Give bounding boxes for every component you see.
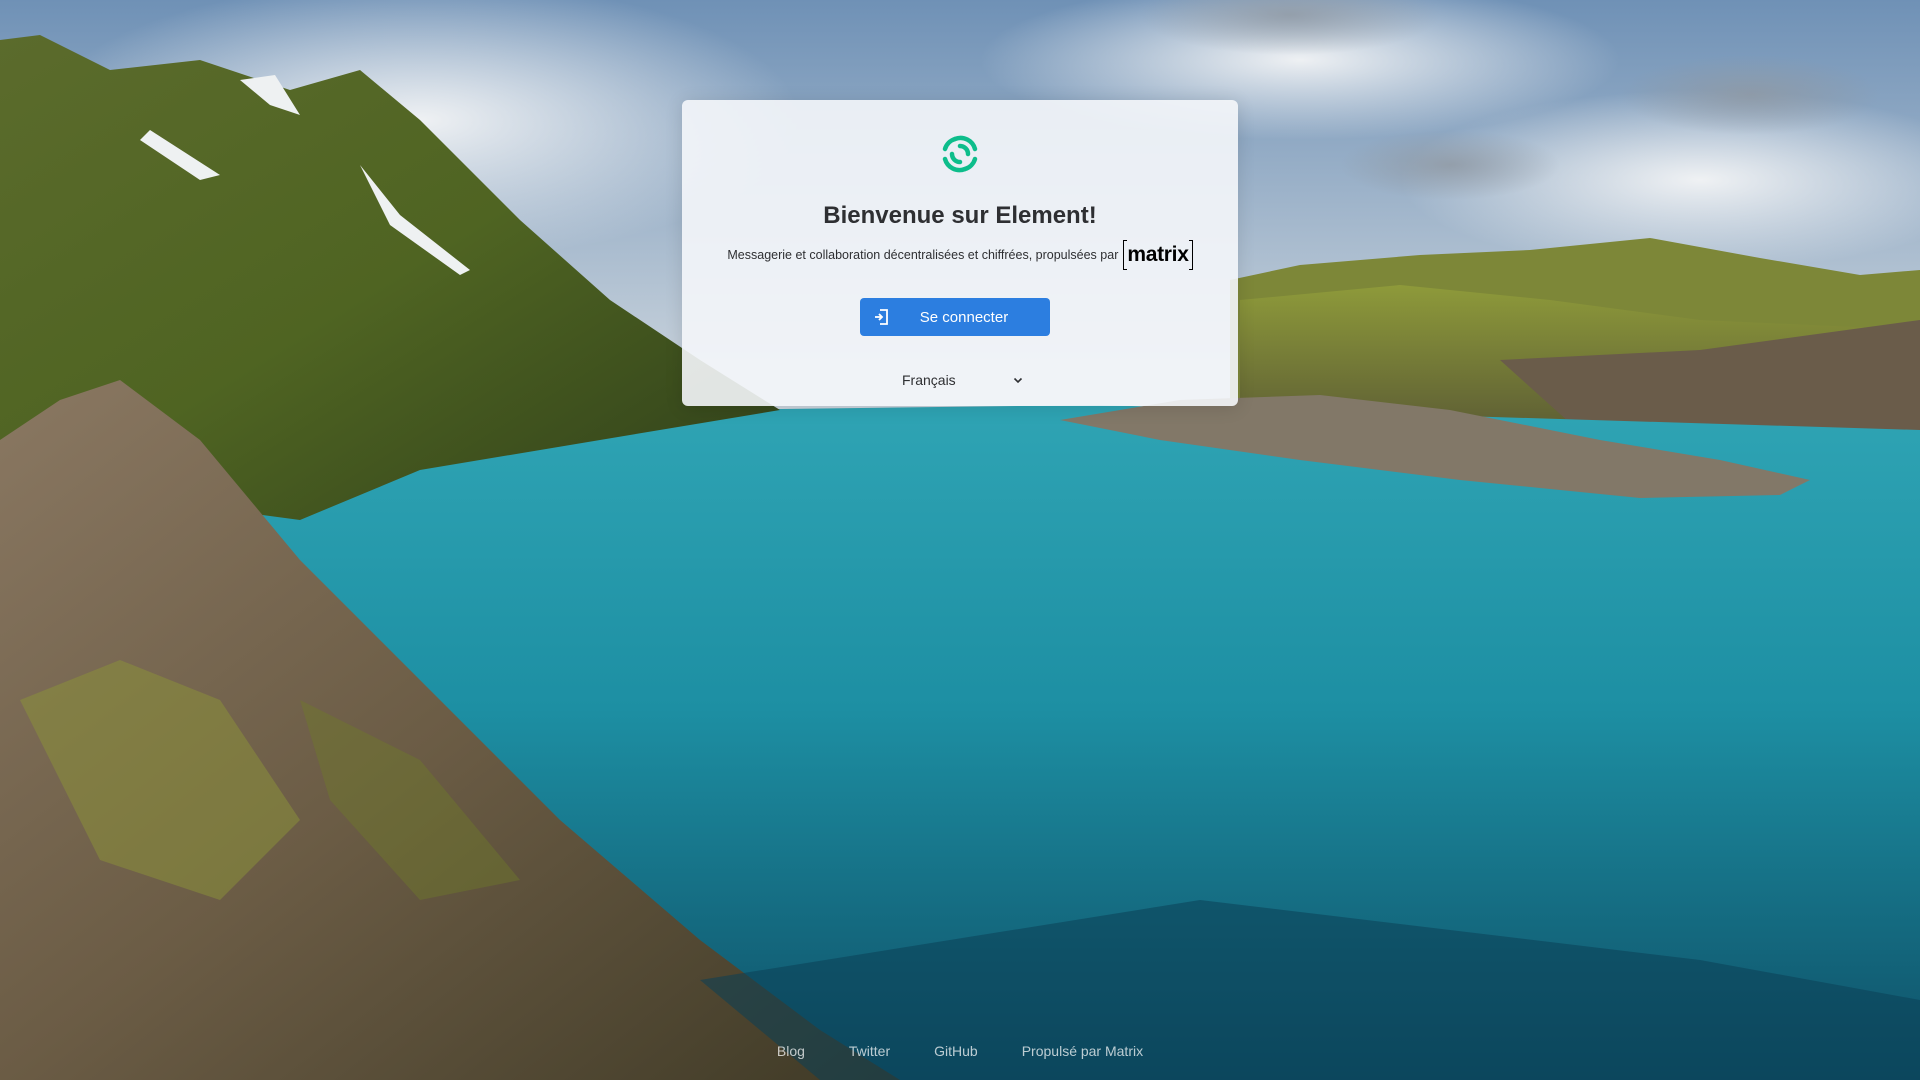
language-select[interactable]: Français	[882, 368, 1032, 392]
chevron-down-icon	[1013, 377, 1023, 384]
footer-link-twitter[interactable]: Twitter	[849, 1043, 890, 1059]
welcome-subtitle: Messagerie et collaboration décentralisé…	[727, 248, 1119, 262]
footer-link-github[interactable]: GitHub	[934, 1043, 978, 1059]
welcome-title: Bienvenue sur Element!	[823, 202, 1097, 229]
welcome-subtitle-row: Messagerie et collaboration décentralisé…	[682, 240, 1238, 270]
footer-link-blog[interactable]: Blog	[777, 1043, 805, 1059]
matrix-wordmark: matrix	[1127, 243, 1189, 266]
login-button-label: Se connecter	[919, 308, 1009, 326]
matrix-logo: matrix	[1123, 240, 1193, 270]
element-logo	[942, 135, 978, 173]
welcome-card: Bienvenue sur Element! Messagerie et col…	[682, 100, 1238, 406]
footer-links: Blog Twitter GitHub Propulsé par Matrix	[0, 1043, 1920, 1059]
footer-link-powered-by-matrix[interactable]: Propulsé par Matrix	[1022, 1043, 1143, 1059]
language-value: Français	[902, 372, 956, 388]
login-button[interactable]: Se connecter	[860, 298, 1050, 336]
